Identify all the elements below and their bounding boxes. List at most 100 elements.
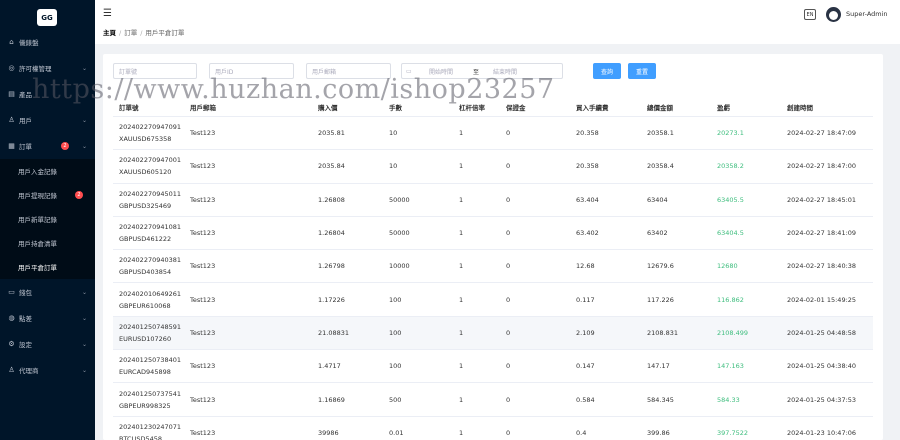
sidebar-item[interactable]: ▤ 產品	[0, 81, 95, 107]
cell-buy-price: 1.26808	[318, 195, 345, 204]
sidebar-item[interactable]: ▦ 訂單 2 ⌄	[0, 133, 95, 159]
breadcrumb: 主頁 / 訂單 / 用戶平倉訂單	[103, 29, 185, 37]
user-id-input[interactable]: 用戶ID	[209, 63, 294, 79]
language-switch-button[interactable]: EN	[804, 9, 816, 20]
sidebar-item[interactable]: ◎ 許可權管理 ⌄	[0, 55, 95, 81]
table-row[interactable]: 202401250738401 EURCAD945898 Test123 1.4717…	[113, 350, 873, 384]
cell-created-time: 2024-02-27 18:45:01	[787, 195, 857, 204]
cell-margin: 0	[506, 262, 511, 271]
breadcrumb-current: 用戶平倉訂單	[145, 29, 185, 37]
user-menu[interactable]: Super-Admin	[846, 10, 888, 18]
sidebar-item[interactable]: ♙ 用戶 ⌄	[0, 107, 95, 133]
sidebar-item-label: 代理商	[19, 367, 39, 375]
cell-buy-fee: 0.147	[576, 362, 595, 371]
reset-button[interactable]: 重置	[628, 63, 656, 79]
cell-total-amount: 63402	[647, 229, 668, 238]
cell-buy-price: 1.17226	[318, 295, 345, 304]
sidebar-subitem-label: 用戶持倉清單	[18, 240, 57, 248]
cell-margin: 0	[506, 362, 511, 371]
table-row[interactable]: 202401250748591 EURUSD107260 Test123 21.088…	[113, 316, 873, 351]
calendar-icon: ▭	[406, 67, 412, 75]
cell-buy-price: 1.26798	[318, 262, 345, 271]
cell-buy-fee: 2.109	[576, 328, 595, 337]
order-symbol: GBPEUR610068	[119, 301, 171, 310]
sidebar-subitem-label: 用戶新單記錄	[18, 216, 57, 224]
date-range-picker[interactable]: ▭ 開始時間 至 結束時間	[401, 63, 563, 79]
cell-buy-price: 1.26804	[318, 229, 345, 238]
breadcrumb-orders[interactable]: 訂單	[124, 29, 137, 37]
menu-toggle-icon[interactable]: ☰	[103, 8, 112, 19]
sidebar-subitem[interactable]: 用戶平倉訂單	[0, 255, 95, 279]
sidebar-subitem[interactable]: 用戶持倉清單	[0, 231, 95, 255]
closed-orders-table: 訂單號 用戶郵箱 購入價 手數 杠杆倍率 保證金 買入手續費 總價金額 盈虧 創建時間 202402…	[113, 97, 873, 440]
end-time-input[interactable]: 結束時間	[493, 67, 517, 76]
app-logo[interactable]: GG	[37, 9, 57, 26]
sidebar-item[interactable]: ♙ 代理商 ⌄	[0, 357, 95, 383]
cell-order-no: 202402010649261 GBPEUR610068	[119, 283, 181, 315]
column-header-lots: 手數	[389, 103, 402, 112]
cell-user-email: Test123	[190, 362, 216, 371]
cell-lots: 0.01	[389, 428, 404, 437]
cell-order-no: 202401250738401 EURCAD945898	[119, 350, 181, 382]
cell-order-no: 202402270941081 GBPUSD461222	[119, 217, 181, 249]
sidebar-subitem[interactable]: 用戶新單記錄	[0, 207, 95, 231]
chevron-down-icon: ⌄	[81, 142, 87, 150]
cell-total-amount: 20358.1	[647, 129, 674, 138]
column-header-created-time: 創建時間	[787, 103, 813, 112]
sidebar-item-label: 錢包	[19, 289, 32, 297]
cell-lots: 500	[389, 395, 402, 404]
avatar[interactable]	[826, 7, 841, 22]
breadcrumb-home[interactable]: 主頁	[103, 29, 116, 37]
table-row[interactable]: 202401230247071 BTCUSD5458 Test123 39986 0.0…	[113, 417, 873, 440]
table-row[interactable]: 202402010649261 GBPEUR610068 Test123 1.1722…	[113, 283, 873, 317]
sidebar-subitem[interactable]: 用戶提現記錄 2	[0, 183, 95, 207]
start-time-input[interactable]: 開始時間	[429, 67, 453, 76]
cell-leverage: 1	[459, 395, 464, 404]
menu-icon: ▭	[8, 288, 15, 296]
cell-margin: 0	[506, 295, 511, 304]
order-no-input[interactable]: 訂單號	[113, 63, 197, 79]
cell-total-amount: 20358.4	[647, 162, 674, 171]
table-row[interactable]: 202402270945011 GBPUSD325469 Test123 1.2680…	[113, 184, 873, 217]
cell-profit: 20273.1	[717, 129, 744, 138]
order-number: 202402010649261	[119, 289, 182, 298]
cell-leverage: 1	[459, 129, 464, 138]
cell-created-time: 2024-01-25 04:48:58	[787, 328, 857, 337]
sidebar-item[interactable]: ⚙ 設定 ⌄	[0, 331, 95, 357]
table-row[interactable]: 202402270947001 XAUUSD605120 Test123 2035.8…	[113, 150, 873, 184]
order-number: 202402270940381	[119, 256, 182, 265]
cell-leverage: 1	[459, 262, 464, 271]
sidebar-subitem[interactable]: 用戶入金記錄	[0, 159, 95, 183]
order-number: 202402270947001	[119, 156, 182, 165]
cell-buy-price: 1.16869	[318, 395, 345, 404]
cell-total-amount: 2108.831	[647, 328, 679, 337]
sidebar-item[interactable]: ▭ 錢包 ⌄	[0, 279, 95, 305]
cell-user-email: Test123	[190, 129, 216, 138]
cell-buy-price: 2035.81	[318, 129, 345, 138]
sidebar-subitem-label: 用戶入金記錄	[18, 168, 57, 176]
cell-margin: 0	[506, 162, 511, 171]
cell-margin: 0	[506, 229, 511, 238]
sidebar-item-label: 用戶	[19, 117, 32, 125]
menu-icon: ⌂	[9, 38, 14, 46]
column-header-margin: 保證金	[506, 103, 526, 112]
cell-lots: 10	[389, 129, 398, 138]
table-row[interactable]: 202401250737541 GBPEUR998325 Test123 1.1686…	[113, 383, 873, 417]
user-email-input[interactable]: 用戶郵箱	[306, 63, 391, 79]
cell-buy-fee: 12.68	[576, 262, 595, 271]
sidebar-item[interactable]: ⌂ 儀錶盤	[0, 29, 95, 55]
search-button[interactable]: 查詢	[593, 63, 621, 79]
order-symbol: EURUSD107260	[119, 334, 172, 343]
cell-order-no: 202402270947001 XAUUSD605120	[119, 150, 181, 182]
menu-icon: ♙	[8, 116, 15, 124]
cell-profit: 20358.2	[717, 162, 744, 171]
cell-profit: 12680	[717, 262, 738, 271]
cell-margin: 0	[506, 428, 511, 437]
table-row[interactable]: 202402270941081 GBPUSD461222 Test123 1.2680…	[113, 217, 873, 251]
sidebar-item[interactable]: ◍ 點差 ⌄	[0, 305, 95, 331]
table-row[interactable]: 202402270947091 XAUUSD675358 Test123 2035.8…	[113, 117, 873, 151]
order-number: 202401250738401	[119, 356, 182, 365]
order-symbol: XAUUSD605120	[119, 168, 172, 177]
cell-lots: 50000	[389, 195, 410, 204]
table-row[interactable]: 202402270940381 GBPUSD403854 Test123 1.2679…	[113, 250, 873, 284]
